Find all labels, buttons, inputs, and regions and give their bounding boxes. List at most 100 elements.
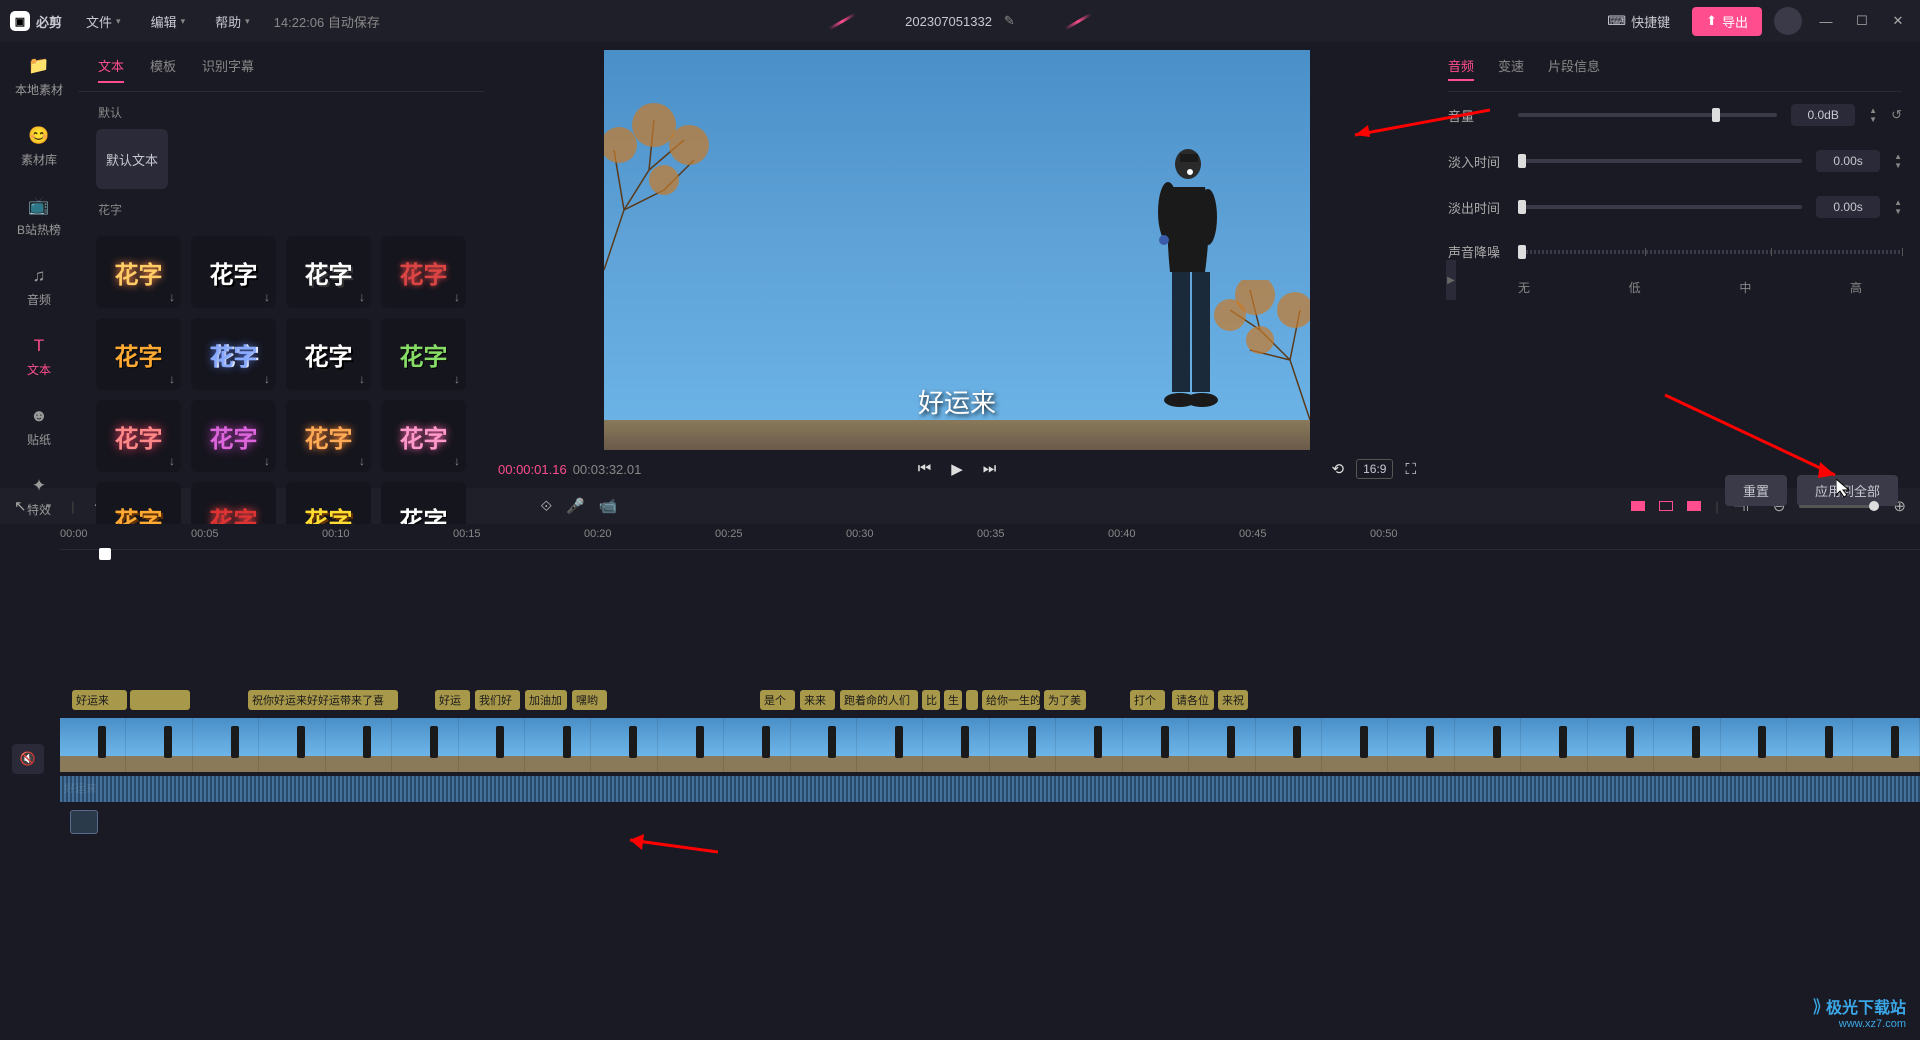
spinner[interactable]: ▲▼ <box>1869 106 1877 124</box>
time-ruler[interactable]: 00:0000:0500:1000:1500:2000:2500:3000:35… <box>60 524 1920 550</box>
mute-button[interactable]: 🔇 <box>12 744 44 774</box>
edit-icon[interactable]: ✎ <box>1004 13 1015 29</box>
huazi-item[interactable]: 花字↓ <box>191 400 276 472</box>
tab-模板[interactable]: 模板 <box>150 50 176 83</box>
maximize-button[interactable]: ☐ <box>1850 9 1874 33</box>
huazi-item[interactable]: 花字↓ <box>96 318 181 390</box>
noise-slider[interactable] <box>1518 250 1902 254</box>
nav-贴纸[interactable]: ☻贴纸 <box>0 392 78 462</box>
noise-level-label: 无 <box>1518 279 1530 296</box>
section-default: 默认 <box>78 92 484 129</box>
fullscreen-icon[interactable]: ⛶ <box>1405 461 1416 478</box>
aspect-ratio[interactable]: 16:9 <box>1356 459 1393 479</box>
asset-tabs: 文本模板识别字幕 <box>78 42 484 92</box>
slider-淡入时间[interactable] <box>1518 159 1802 163</box>
subtitle-clip[interactable]: 好运来 <box>72 690 127 710</box>
subtitle-clip[interactable]: 来祝 <box>1218 690 1248 710</box>
video-track[interactable] <box>60 718 1920 772</box>
cursor-tool[interactable]: ↖ <box>14 497 27 515</box>
record-button[interactable]: 📹 <box>599 497 618 515</box>
huazi-item[interactable]: 花字↓ <box>286 318 371 390</box>
menu-edit[interactable]: 编辑▾ <box>145 8 192 35</box>
next-button[interactable]: ⏭ <box>983 460 997 478</box>
subtitle-clip[interactable]: 加油加 <box>525 690 567 710</box>
nav-素材库[interactable]: 😊素材库 <box>0 112 78 182</box>
huazi-item[interactable]: 花字↓ <box>286 236 371 308</box>
close-button[interactable]: ✕ <box>1886 9 1910 33</box>
avatar[interactable] <box>1774 7 1802 35</box>
timeline[interactable]: 00:0000:0500:1000:1500:2000:2500:3000:35… <box>0 524 1920 1040</box>
subtitle-clip[interactable]: 比 <box>922 690 940 710</box>
chevron-down-icon[interactable]: ▾ <box>47 501 52 512</box>
download-icon: ↓ <box>359 372 365 386</box>
spinner[interactable]: ▲▼ <box>1894 198 1902 216</box>
default-text-item[interactable]: 默认文本 <box>96 129 168 189</box>
subtitle-clip[interactable] <box>130 690 190 710</box>
download-icon: ↓ <box>169 454 175 468</box>
tab-识别字幕[interactable]: 识别字幕 <box>202 50 254 83</box>
subtitle-clip[interactable]: 来来 <box>800 690 835 710</box>
subtitle-clip[interactable]: 好运 <box>435 690 470 710</box>
prev-button[interactable]: ⏮ <box>918 460 932 478</box>
subtitle-clip[interactable]: 我们好 <box>475 690 520 710</box>
subtitle-clip[interactable] <box>966 690 978 710</box>
track-color-2[interactable] <box>1659 501 1673 511</box>
subtitle-clip[interactable]: 给你一生的 <box>982 690 1040 710</box>
player-bar: 00:00:01.16 00:03:32.01 ⏮ ▶ ⏭ ⟲ 16:9 ⛶ <box>484 450 1430 488</box>
menu-file[interactable]: 文件▾ <box>80 8 127 35</box>
collapse-right-icon[interactable]: ▶ <box>1446 260 1456 300</box>
slider-淡出时间[interactable] <box>1518 205 1802 209</box>
track-color-1[interactable] <box>1631 501 1645 511</box>
nav-本地素材[interactable]: 📁本地素材 <box>0 42 78 112</box>
nav-文本[interactable]: T文本 <box>0 322 78 392</box>
huazi-item[interactable]: 花字↓ <box>381 318 466 390</box>
download-icon: ↓ <box>454 372 460 386</box>
track-color-3[interactable] <box>1687 501 1701 511</box>
minimize-button[interactable]: — <box>1814 9 1838 33</box>
subtitle-clip[interactable]: 打个 <box>1130 690 1165 710</box>
menu-help[interactable]: 帮助▾ <box>209 8 256 35</box>
tab-文本[interactable]: 文本 <box>98 50 124 83</box>
subtitle-clip[interactable]: 祝你好运来好好运带来了喜 <box>248 690 398 710</box>
huazi-item[interactable]: 花字↓ <box>381 236 466 308</box>
zoom-slider[interactable] <box>1799 505 1879 508</box>
audio-track[interactable]: 好运来 <box>60 776 1920 802</box>
subtitle-clip[interactable]: 跑着命的人们 <box>840 690 918 710</box>
export-button[interactable]: ⬆导出 <box>1692 7 1762 36</box>
subtitle-clip[interactable]: 嘿哟 <box>572 690 607 710</box>
slider-value[interactable]: 0.0dB <box>1791 104 1855 126</box>
slider-value[interactable]: 0.00s <box>1816 196 1880 218</box>
slider-value[interactable]: 0.00s <box>1816 150 1880 172</box>
slider-音量[interactable] <box>1518 113 1777 117</box>
subtitle-clip[interactable]: 生 <box>944 690 962 710</box>
huazi-item[interactable]: 花字↓ <box>286 400 371 472</box>
extra-clip[interactable] <box>70 810 98 834</box>
prop-tab-音频[interactable]: 音频 <box>1448 52 1474 81</box>
prop-tab-片段信息[interactable]: 片段信息 <box>1548 52 1600 81</box>
huazi-item[interactable]: 花字↓ <box>96 236 181 308</box>
shortcut-button[interactable]: ⌨快捷键 <box>1597 8 1680 35</box>
asset-panel: 文本模板识别字幕 默认 默认文本 花字 花字↓花字↓花字↓花字↓花字↓花字↓花字… <box>78 42 484 488</box>
play-button[interactable]: ▶ <box>951 460 963 478</box>
subtitle-clip[interactable]: 为了美 <box>1044 690 1086 710</box>
capture-button[interactable]: ⟐ <box>540 498 552 515</box>
video-preview[interactable]: 好运来 <box>604 50 1310 450</box>
crop-icon[interactable]: ⟲ <box>1332 460 1345 478</box>
huazi-item[interactable]: 花字↓ <box>191 236 276 308</box>
reset-icon[interactable]: ↺ <box>1891 107 1902 123</box>
nav-B站热榜[interactable]: 📺B站热榜 <box>0 182 78 252</box>
toolbar: ▣ 必剪 文件▾ 编辑▾ 帮助▾ 14:22:06 自动保存 202307051… <box>0 0 1920 42</box>
prop-tab-变速[interactable]: 变速 <box>1498 52 1524 81</box>
download-icon: ↓ <box>359 290 365 304</box>
noise-level-label: 中 <box>1739 279 1751 296</box>
huazi-item[interactable]: 花字↓ <box>191 318 276 390</box>
huazi-item[interactable]: 花字↓ <box>96 400 181 472</box>
subtitle-text: 好运来 <box>604 383 1310 420</box>
spinner[interactable]: ▲▼ <box>1894 152 1902 170</box>
mic-button[interactable]: 🎤 <box>566 497 585 515</box>
nav-音频[interactable]: ♫音频 <box>0 252 78 322</box>
subtitle-clip[interactable]: 请各位 <box>1172 690 1214 710</box>
huazi-item[interactable]: 花字↓ <box>381 400 466 472</box>
watermark: ⟫极光下载站 www.xz7.com <box>1812 994 1906 1030</box>
subtitle-clip[interactable]: 是个 <box>760 690 795 710</box>
